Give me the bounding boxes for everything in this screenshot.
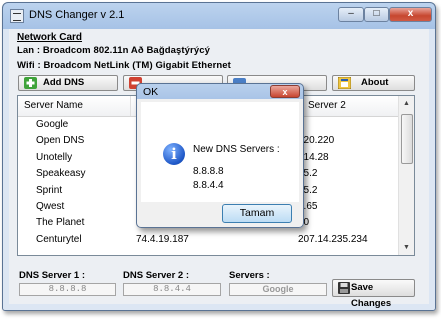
scroll-thumb[interactable] [401, 114, 413, 164]
server-name: Sprint [36, 184, 63, 196]
server-name: Google [36, 119, 69, 130]
servers-label: Servers : [229, 270, 270, 281]
minimize-button[interactable]: – [338, 7, 364, 22]
dialog-close-button[interactable]: x [270, 85, 300, 98]
wifi-adapter-label: Wifi : Broadcom NetLink (TM) Gigabit Eth… [17, 60, 231, 71]
server-1: 74.4.19.187 [136, 233, 189, 245]
add-icon [24, 77, 37, 89]
save-changes-button[interactable]: Save Changes [332, 279, 415, 309]
about-label: About [361, 77, 389, 88]
dialog-title: OK [143, 86, 159, 98]
close-button[interactable]: x [389, 7, 432, 22]
add-dns-label: Add DNS [43, 77, 85, 88]
scroll-down-icon[interactable]: ▼ [399, 240, 414, 255]
column-header-server-2[interactable]: Server 2 [308, 100, 346, 111]
save-changes-label: Save Changes [351, 282, 392, 309]
dialog-message: New DNS Servers : 8.8.8.8 8.8.4.4 [193, 143, 280, 193]
add-dns-button[interactable]: Add DNS [18, 75, 118, 91]
about-button[interactable]: About [332, 75, 415, 91]
scroll-up-icon[interactable]: ▲ [399, 96, 414, 111]
server-name: Centurytel [36, 233, 82, 245]
dns-server-1-field[interactable]: 8.8.8.8 [19, 283, 116, 296]
server-name: The Planet [36, 217, 85, 229]
column-separator[interactable] [130, 96, 131, 116]
dns-server-2-label: DNS Server 2 : [123, 270, 190, 281]
server-name: Unotelly [36, 151, 73, 163]
title-bar[interactable]: DNS Changer v 2.1 – □ x [3, 3, 435, 29]
dns-server-2-field[interactable]: 8.8.4.4 [123, 283, 221, 296]
lan-adapter-label: Lan : Broadcom 802.11n Að Bağdaştýrýcý [17, 45, 210, 56]
servers-field[interactable]: Google [229, 283, 327, 296]
table-row[interactable]: Centurytel 74.4.19.187 207.14.235.234 [18, 232, 399, 248]
tamam-button[interactable]: Tamam [222, 204, 292, 223]
server-2: 207.14.235.234 [298, 233, 368, 245]
about-icon [338, 77, 351, 89]
maximize-button[interactable]: □ [364, 7, 389, 22]
server-name: Speakeasy [36, 168, 86, 180]
vertical-scrollbar[interactable]: ▲ ▼ [398, 96, 414, 255]
window-title: DNS Changer v 2.1 [29, 9, 125, 21]
server-name: Open DNS [36, 135, 85, 147]
dns-server-1-label: DNS Server 1 : [19, 270, 86, 281]
server-name: Qwest [36, 200, 65, 212]
column-header-server-name[interactable]: Server Name [24, 100, 83, 111]
app-icon [10, 9, 24, 23]
dialog-message-heading: New DNS Servers : [193, 144, 280, 155]
dialog-dns-1: 8.8.8.8 [193, 166, 224, 177]
info-icon: i [163, 143, 185, 165]
network-card-heading: Network Card [17, 32, 83, 43]
floppy-disk-icon [338, 282, 350, 294]
ok-dialog: OK x i New DNS Servers : 8.8.8.8 8.8.4.4… [136, 83, 304, 228]
dialog-body: i New DNS Servers : 8.8.8.8 8.8.4.4 [141, 102, 299, 202]
dialog-dns-2: 8.8.4.4 [193, 180, 224, 191]
